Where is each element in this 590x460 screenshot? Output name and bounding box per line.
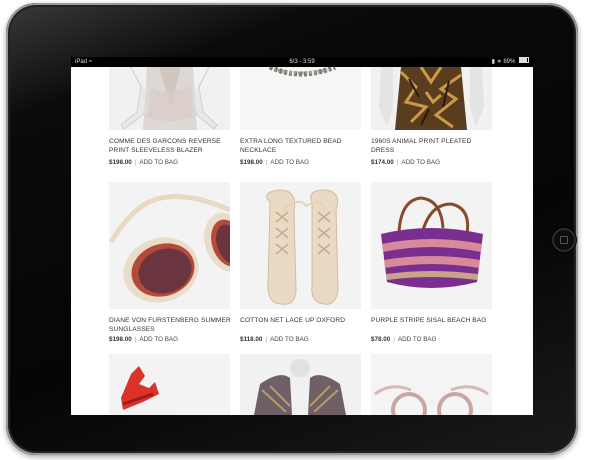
product-name[interactable]: DIANE VON FURSTENBERG SUMMER SUNGLASSES: [109, 316, 234, 334]
product-image[interactable]: [371, 182, 492, 309]
lock-icon: ▮: [491, 59, 495, 65]
product-image[interactable]: [109, 354, 230, 415]
add-to-bag-link[interactable]: ADD TO BAG: [139, 336, 178, 343]
product-image[interactable]: [240, 182, 361, 309]
product-image[interactable]: [371, 354, 492, 415]
product-grid: COMME DES GARCONS REVERSE PRINT SLEEVELE…: [71, 67, 533, 415]
product-name[interactable]: 1960S ANIMAL PRINT PLEATED DRESS: [371, 137, 496, 155]
product-image[interactable]: [109, 182, 230, 309]
red-shoe-image: [109, 354, 230, 415]
status-bar: iPad ≈ 6/3 - 3:59 ▮ ∗ 89%: [71, 57, 533, 67]
add-to-bag-link[interactable]: ADD TO BAG: [270, 336, 309, 343]
add-to-bag-link[interactable]: ADD TO BAG: [401, 159, 440, 166]
battery-icon: [519, 57, 529, 64]
dress-image: [371, 67, 492, 130]
home-button[interactable]: [552, 228, 576, 252]
add-to-bag-link[interactable]: ADD TO BAG: [139, 159, 178, 166]
oxford-shoes-image: [240, 182, 361, 309]
product-price: $198.00: [109, 336, 132, 343]
necklace-image: [240, 67, 361, 130]
blazer-image: [109, 67, 230, 130]
round-sunglasses-image: [371, 354, 492, 415]
product-name[interactable]: COTTON NET LACE UP OXFORD: [240, 316, 365, 325]
product-name[interactable]: PURPLE STRIPE SISAL BEACH BAG: [371, 316, 496, 325]
product-price: $198.00: [240, 159, 263, 166]
product-name[interactable]: EXTRA LONG TEXTURED BEAD NECKLACE: [240, 137, 365, 155]
sunglasses-image: [109, 182, 230, 309]
product-image[interactable]: [240, 354, 361, 415]
product-image[interactable]: [371, 67, 492, 130]
bluetooth-icon: ∗: [496, 59, 502, 65]
home-button-square-icon: [560, 236, 568, 244]
battery-percent: 89%: [503, 59, 516, 65]
ipad-screen: iPad ≈ 6/3 - 3:59 ▮ ∗ 89% COMME DES GARC…: [71, 57, 533, 415]
product-price: $174.00: [371, 159, 394, 166]
product-price: $118.00: [240, 336, 263, 343]
ipad-frame: iPad ≈ 6/3 - 3:59 ▮ ∗ 89% COMME DES GARC…: [6, 3, 578, 455]
product-price: $198.00: [109, 159, 132, 166]
product-name[interactable]: COMME DES GARCONS REVERSE PRINT SLEEVELE…: [109, 137, 234, 155]
product-image[interactable]: [109, 67, 230, 130]
status-time: 6/3 - 3:59: [289, 59, 315, 65]
product-image[interactable]: [240, 67, 361, 130]
add-to-bag-link[interactable]: ADD TO BAG: [270, 159, 309, 166]
product-price: $78.00: [371, 336, 391, 343]
cardigan-image: [240, 354, 361, 415]
add-to-bag-link[interactable]: ADD TO BAG: [398, 336, 437, 343]
beach-bag-image: [371, 182, 492, 309]
